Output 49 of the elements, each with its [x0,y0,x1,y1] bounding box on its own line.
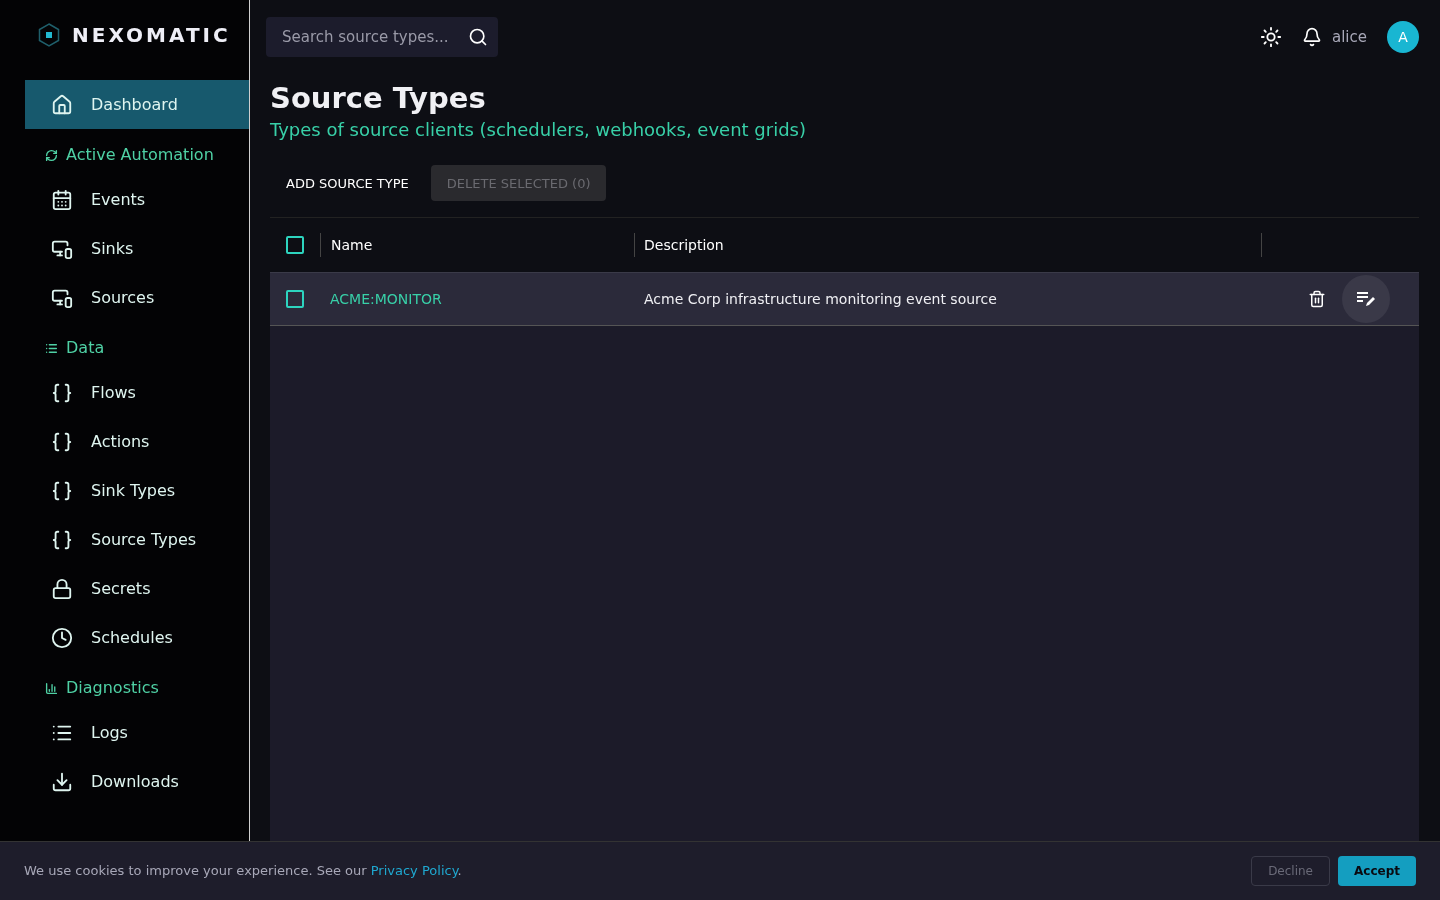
braces-icon [51,430,73,453]
accept-button[interactable]: Accept [1338,856,1416,886]
nav-item[interactable]: Downloads [25,757,249,806]
nav-item[interactable]: Sink Types [25,466,249,515]
page-title: Source Types [269,80,487,117]
nav-item[interactable]: Schedules [25,613,249,662]
chart-icon [45,681,58,695]
search-icon[interactable] [468,27,488,47]
download-icon [51,770,73,793]
nav-item[interactable]: Sources [25,273,249,322]
brand-name: NEXOMATIC [72,22,231,49]
checkbox[interactable] [286,236,304,255]
nav-item[interactable]: Dashboard [25,80,249,129]
hexagon-logo-icon [38,23,60,47]
braces-icon [51,479,73,502]
list-icon [45,341,58,355]
clock-icon [51,626,73,649]
braces-icon [51,528,73,551]
refresh-icon [45,148,58,162]
edit-icon [1356,291,1376,308]
page-subtitle: Types of source clients (schedulers, webhooks, event grids) [269,118,807,143]
braces-icon [51,381,73,404]
column-header[interactable]: Description [644,234,724,256]
sun-icon[interactable] [1260,26,1282,48]
home-icon [51,93,73,116]
lock-icon [51,577,73,600]
checkbox[interactable] [286,290,304,309]
nav-item[interactable]: Source Types [25,515,249,564]
nav-item[interactable]: Events [25,175,249,224]
table-cell: Acme Corp infrastructure monitoring event source [644,291,997,308]
search-field[interactable]: Search source types... [266,17,498,57]
nav-item[interactable]: Secrets [25,564,249,613]
nav-section-header[interactable]: Active Automation [25,129,249,175]
column-header[interactable]: Name [331,234,373,256]
edit-button[interactable] [1342,275,1390,324]
nav-item[interactable]: Flows [25,368,249,417]
calendar-icon [51,188,73,211]
nav-section-header[interactable]: Diagnostics [25,662,249,708]
nav-item[interactable]: Logs [25,708,249,757]
user-name: alice [1332,26,1367,48]
privacy-policy-link[interactable]: Privacy Policy [370,863,458,879]
add-button[interactable]: ADD SOURCE TYPE [270,165,425,202]
nav-section-header[interactable]: Data [25,322,249,368]
cookie-message: We use cookies to improve your experience. See our Privacy Policy. [24,862,462,881]
bell-icon[interactable] [1302,27,1322,47]
nav-item[interactable]: Actions [25,417,249,466]
name-link[interactable]: ACME:MONITOR [330,291,442,308]
nav-item[interactable]: Sinks [25,224,249,273]
delete-icon[interactable] [1308,290,1326,309]
